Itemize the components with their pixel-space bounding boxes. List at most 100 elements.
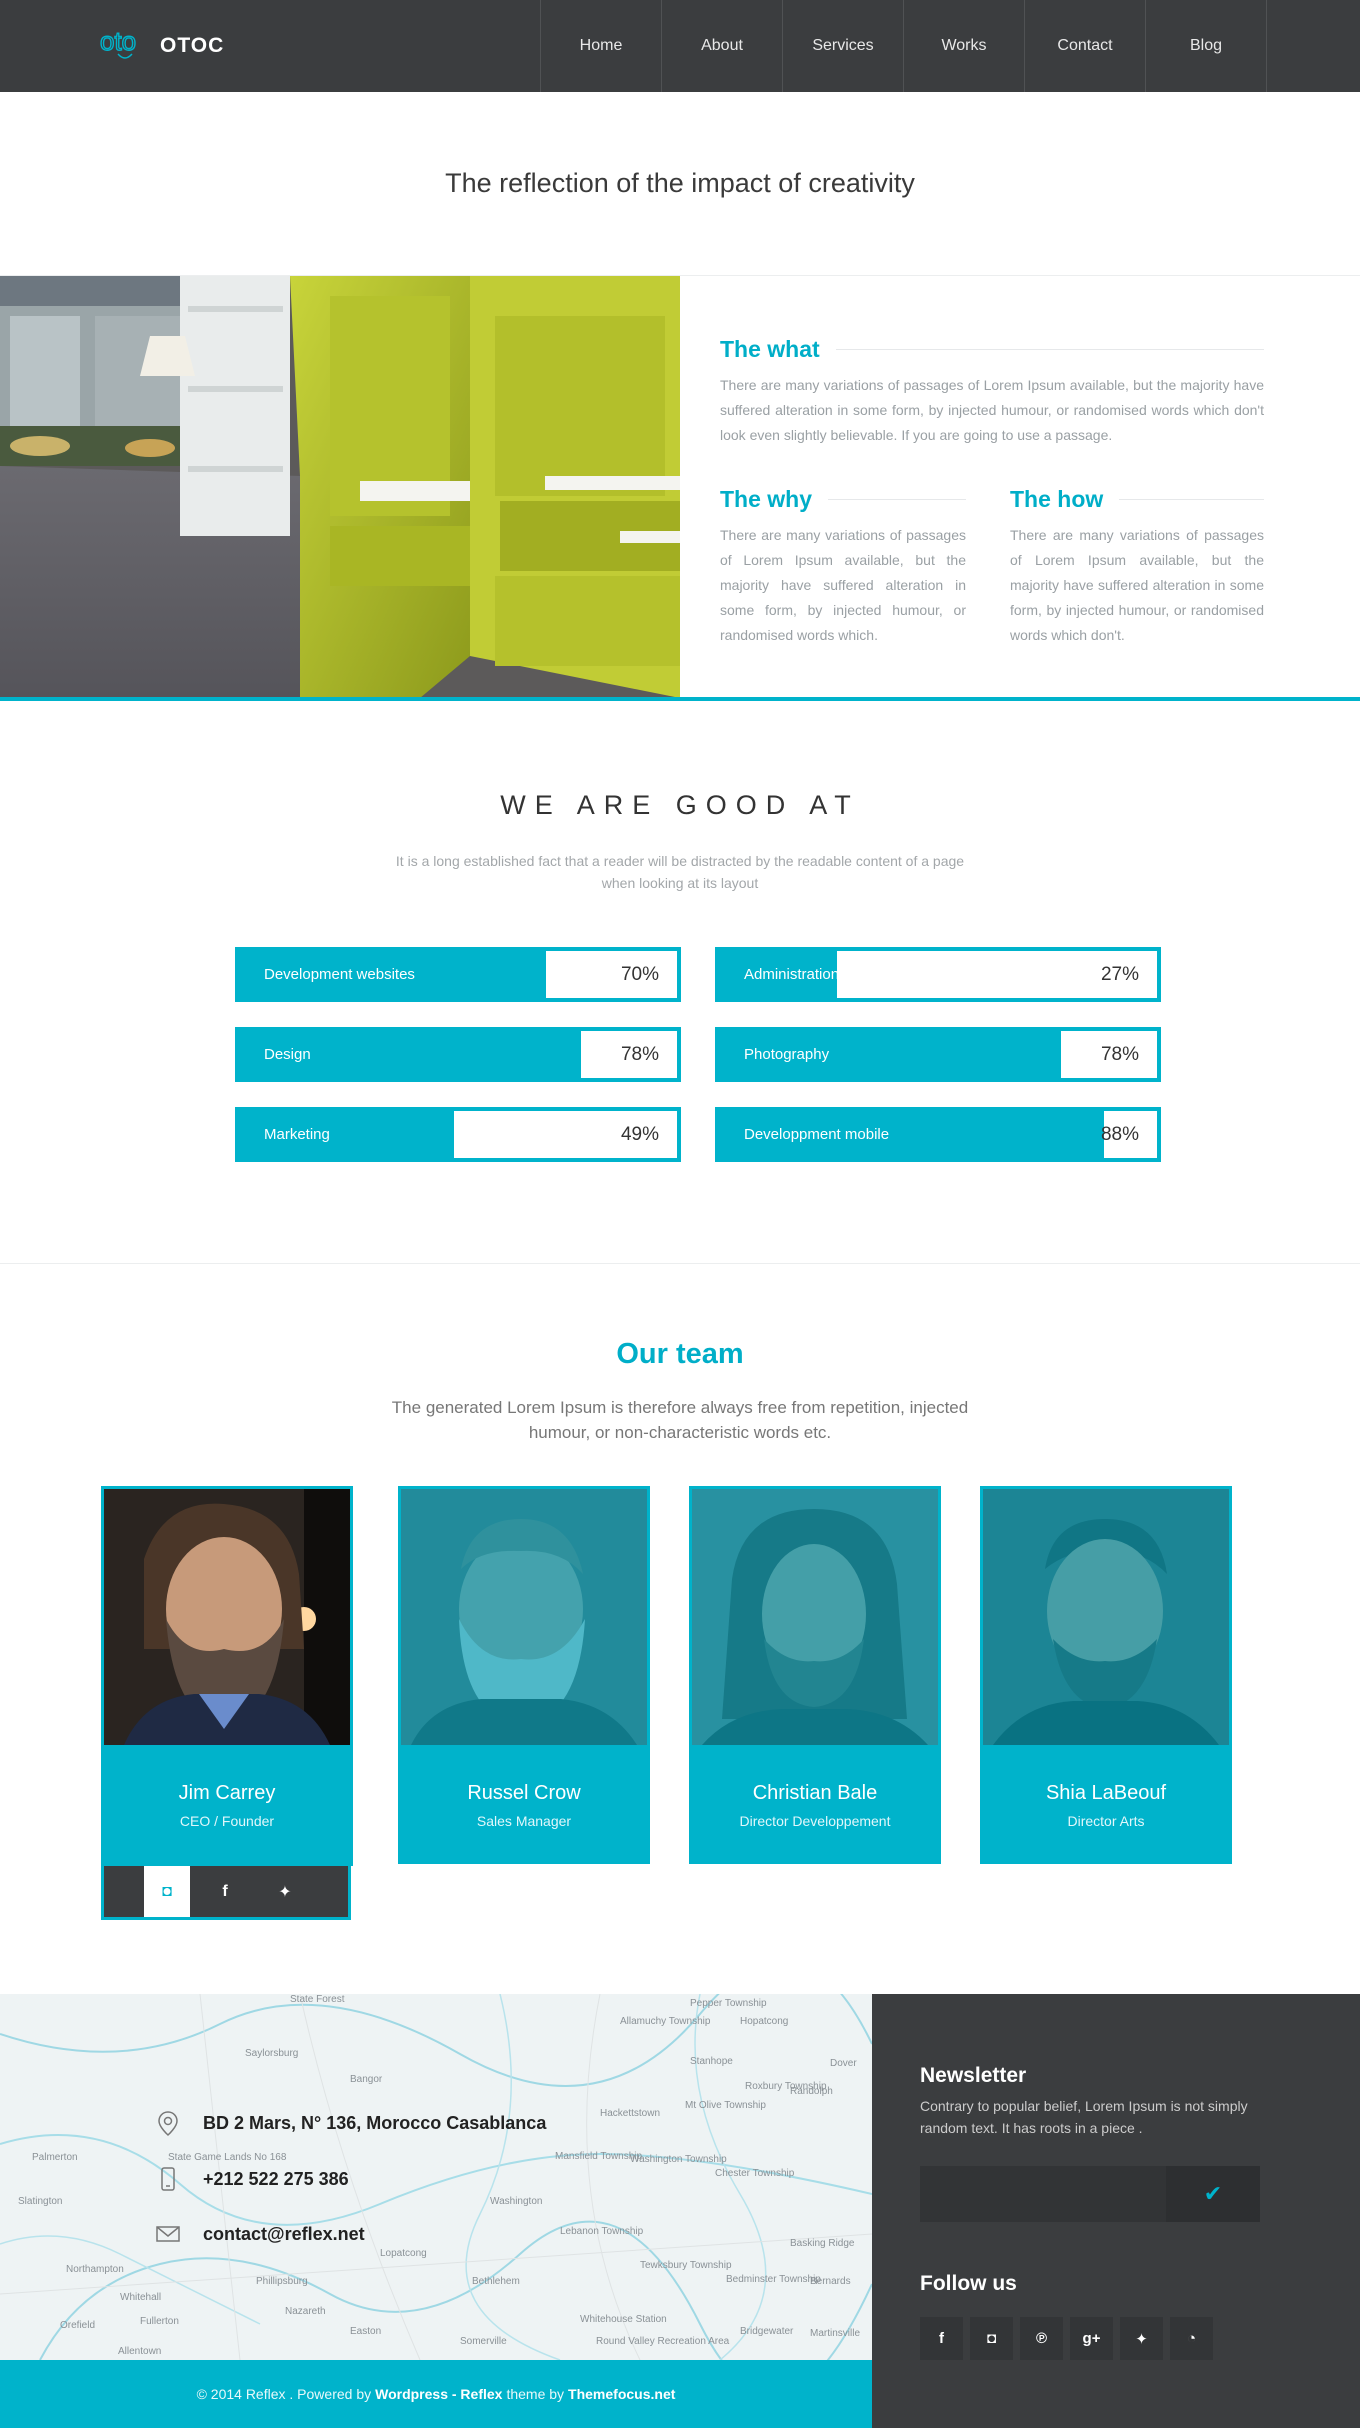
map-label: Orefield xyxy=(60,2320,95,2331)
nav-home[interactable]: Home xyxy=(541,0,662,92)
info-what: The what There are many variations of pa… xyxy=(720,336,1264,448)
map-label: Lopatcong xyxy=(380,2248,427,2259)
member-role: Director Arts xyxy=(1067,1813,1145,1829)
mail-icon xyxy=(156,2226,180,2242)
hero-title: The reflection of the impact of creativi… xyxy=(445,168,915,198)
skill-bar-dev-mobile: Developpment mobile 88% xyxy=(715,1107,1161,1162)
facebook-icon[interactable]: f xyxy=(920,2317,963,2360)
map-label: Bridgewater xyxy=(740,2326,794,2337)
team-card-3[interactable]: Christian Bale Director Developpement xyxy=(689,1486,941,1864)
map-label: Allentown xyxy=(118,2346,161,2357)
info-what-text: There are many variations of passages of… xyxy=(720,377,1264,443)
skills-title: WE ARE GOOD AT xyxy=(500,790,860,820)
map-label: State Game Lands No 168 xyxy=(168,2152,287,2163)
instagram-icon[interactable]: ◘ xyxy=(144,1866,190,1917)
map-label: Dover xyxy=(830,2058,857,2069)
newsletter-email-input[interactable] xyxy=(920,2166,1166,2222)
member-role: Sales Manager xyxy=(476,1813,572,1829)
skill-value: 78% xyxy=(620,1044,659,1065)
location-map[interactable]: State Forest Pepper Township Allamuchy Tow… xyxy=(0,1994,872,2360)
wordpress-link[interactable]: Wordpress - Reflex xyxy=(375,2386,502,2402)
twitter-icon[interactable]: ✦ xyxy=(1120,2317,1163,2360)
themefocus-link[interactable]: Themefocus.net xyxy=(568,2386,675,2402)
contact-address: BD 2 Mars, N° 136, Morocco Casablanca xyxy=(155,2110,546,2136)
newsletter-title: Newsletter xyxy=(920,2064,1027,2087)
skill-value: 49% xyxy=(620,1124,659,1145)
map-label: Mansfield Township xyxy=(555,2151,643,2162)
member-role: Director Developpement xyxy=(739,1813,891,1829)
skill-label: Developpment mobile xyxy=(744,1126,890,1143)
twitter-icon[interactable]: ✦ xyxy=(262,1866,308,1917)
map-label: State Forest xyxy=(290,1994,345,2005)
member-name: Russel Crow xyxy=(467,1782,581,1804)
map-label: Whitehouse Station xyxy=(580,2314,667,2325)
contact-phone: +212 522 275 386 xyxy=(155,2166,349,2192)
map-label: Lebanon Township xyxy=(560,2226,644,2237)
avatar xyxy=(983,1489,1229,1745)
skills-subtitle: It is a long established fact that a rea… xyxy=(395,853,965,891)
map-label: Mt Olive Township xyxy=(685,2100,766,2111)
facebook-icon[interactable]: f xyxy=(202,1866,248,1917)
member-name: Jim Carrey xyxy=(178,1782,276,1804)
team-subtitle: The generated Lorem Ipsum is therefore a… xyxy=(391,1398,969,1442)
nav-contact[interactable]: Contact xyxy=(1025,0,1146,92)
map-label: Somerville xyxy=(460,2336,507,2347)
map-label: Bethlehem xyxy=(472,2276,520,2287)
skill-label: Administration xyxy=(744,966,840,983)
accent-divider xyxy=(0,697,1360,701)
follow-us-icons: f ◘ ℗ g+ ✦ ◔ xyxy=(920,2317,1213,2360)
team-title: Our team xyxy=(616,1338,744,1370)
avatar xyxy=(401,1489,647,1745)
team-card-1[interactable]: Jim Carrey CEO / Founder xyxy=(101,1486,353,1866)
map-label: Chester Township xyxy=(715,2168,795,2179)
team-card-4[interactable]: Shia LaBeouf Director Arts xyxy=(980,1486,1232,1864)
newsletter-text: Contrary to popular belief, Lorem Ipsum … xyxy=(920,2098,1248,2136)
skill-value: 88% xyxy=(1100,1124,1139,1145)
svg-text:oto: oto xyxy=(100,26,136,56)
map-label: Pepper Township xyxy=(690,1998,767,2009)
skill-bar-administration: Administration 27% xyxy=(715,947,1161,1002)
info-how-title: The how xyxy=(1010,486,1104,512)
map-label: Slatington xyxy=(18,2196,62,2207)
theme-by-text: theme by xyxy=(506,2386,565,2402)
map-label: Hackettstown xyxy=(600,2108,660,2119)
info-what-title: The what xyxy=(720,336,820,362)
newsletter-submit-button[interactable]: ✔ xyxy=(1166,2166,1260,2222)
contact-email-text: contact@reflex.net xyxy=(203,2223,365,2244)
map-label: Nazareth xyxy=(285,2306,326,2317)
map-label: Saylorsburg xyxy=(245,2048,298,2059)
nav-about[interactable]: About xyxy=(662,0,783,92)
map-label: Phillipsburg xyxy=(256,2276,308,2287)
logo-text: OTOC xyxy=(160,34,225,57)
check-icon: ✔ xyxy=(1203,2181,1223,2206)
photo-tint xyxy=(983,1489,1229,1745)
team-card-2[interactable]: Russel Crow Sales Manager xyxy=(398,1486,650,1864)
hero-slider[interactable] xyxy=(0,276,680,698)
divider xyxy=(0,1263,1360,1264)
photo-tint xyxy=(401,1489,647,1745)
map-label: Tewksbury Township xyxy=(640,2260,732,2271)
member-name: Shia LaBeouf xyxy=(1045,1782,1167,1804)
map-label: Martinsville xyxy=(810,2328,860,2339)
map-label: Hopatcong xyxy=(740,2016,788,2027)
google-plus-icon[interactable]: g+ xyxy=(1070,2317,1113,2360)
skill-bar-photography: Photography 78% xyxy=(715,1027,1161,1082)
pinterest-icon[interactable]: ℗ xyxy=(1020,2317,1063,2360)
info-how: The how There are many variations of pas… xyxy=(1010,486,1264,648)
contact-email[interactable]: contact@reflex.net xyxy=(155,2221,365,2247)
nav-blog[interactable]: Blog xyxy=(1146,0,1267,92)
avatar xyxy=(692,1489,938,1745)
rss-icon[interactable]: ◔ xyxy=(1170,2317,1213,2360)
info-how-text: There are many variations of passages of… xyxy=(1010,527,1264,643)
map-canvas: State Forest Pepper Township Allamuchy Tow… xyxy=(0,1994,872,2360)
logo[interactable]: oto OTOC xyxy=(100,26,224,66)
map-label: Palmerton xyxy=(32,2152,78,2163)
skill-bar-dev-websites: Development websites 70% xyxy=(235,947,681,1002)
map-label: Washington Township xyxy=(630,2154,727,2165)
nav-services[interactable]: Services xyxy=(783,0,904,92)
skill-value: 78% xyxy=(1100,1044,1139,1065)
map-label: Easton xyxy=(350,2326,381,2337)
newsletter-panel: Newsletter Contrary to popular belief, L… xyxy=(872,1994,1360,2428)
nav-works[interactable]: Works xyxy=(904,0,1025,92)
instagram-icon[interactable]: ◘ xyxy=(970,2317,1013,2360)
